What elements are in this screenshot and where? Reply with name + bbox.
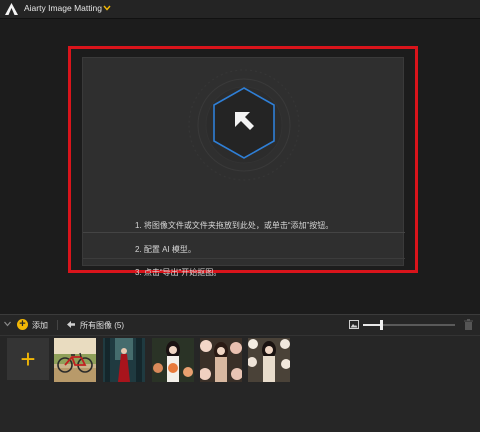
flower-woman-image	[200, 338, 242, 382]
arrow-left-icon[interactable]	[67, 321, 75, 328]
trash-icon[interactable]	[464, 319, 473, 330]
title-bar: Aiarty Image Matting	[0, 0, 480, 19]
aiarty-logo-icon	[5, 3, 18, 15]
forest-woman-image	[103, 338, 145, 382]
bicycle-image	[54, 338, 96, 382]
plus-icon: +	[20, 344, 36, 374]
image-thumbnail-flower-woman-3[interactable]	[248, 338, 290, 382]
image-thumbnail-flower-woman-1[interactable]	[152, 338, 194, 382]
instruction-step-1: 1. 将图像文件或文件夹拖放到此处，或单击“添加”按钮。	[135, 221, 334, 230]
divider	[83, 258, 405, 259]
slider-fill	[363, 324, 382, 326]
instruction-step-3: 3. 点击“导出”开始抠图。	[135, 268, 222, 277]
workspace: 1. 将图像文件或文件夹拖放到此处，或单击“添加”按钮。 2. 配置 AI 模型…	[0, 19, 480, 314]
thumbnail-size-slider[interactable]	[363, 320, 455, 330]
image-thumbnail-flower-woman-2[interactable]	[200, 338, 242, 382]
import-button[interactable]	[210, 85, 278, 161]
drop-zone[interactable]: 1. 将图像文件或文件夹拖放到此处，或单击“添加”按钮。 2. 配置 AI 模型…	[82, 57, 405, 277]
flower-woman-image	[152, 338, 194, 382]
add-image-tile[interactable]: +	[7, 338, 49, 380]
divider	[83, 232, 405, 233]
image-tray: + 添加 所有图像 (5) +	[0, 314, 480, 432]
collapse-chevron-icon[interactable]	[4, 321, 11, 327]
tray-toolbar: + 添加 所有图像 (5)	[0, 315, 480, 336]
instruction-step-2: 2. 配置 AI 模型。	[135, 245, 196, 254]
toolbar-divider	[57, 320, 58, 330]
thumbnail-strip: +	[0, 336, 480, 432]
add-label: 添加	[32, 321, 48, 330]
slider-thumb[interactable]	[380, 320, 384, 330]
image-size-icon	[349, 320, 359, 329]
flower-woman-image	[248, 338, 290, 382]
app-title: Aiarty Image Matting	[24, 3, 102, 13]
all-images-filter[interactable]: 所有图像 (5)	[80, 320, 124, 331]
plus-circle-icon: +	[17, 319, 28, 330]
image-thumbnail-forest-woman[interactable]	[103, 338, 145, 382]
chevron-down-icon[interactable]	[103, 5, 111, 11]
image-thumbnail-bicycle[interactable]	[54, 338, 96, 382]
